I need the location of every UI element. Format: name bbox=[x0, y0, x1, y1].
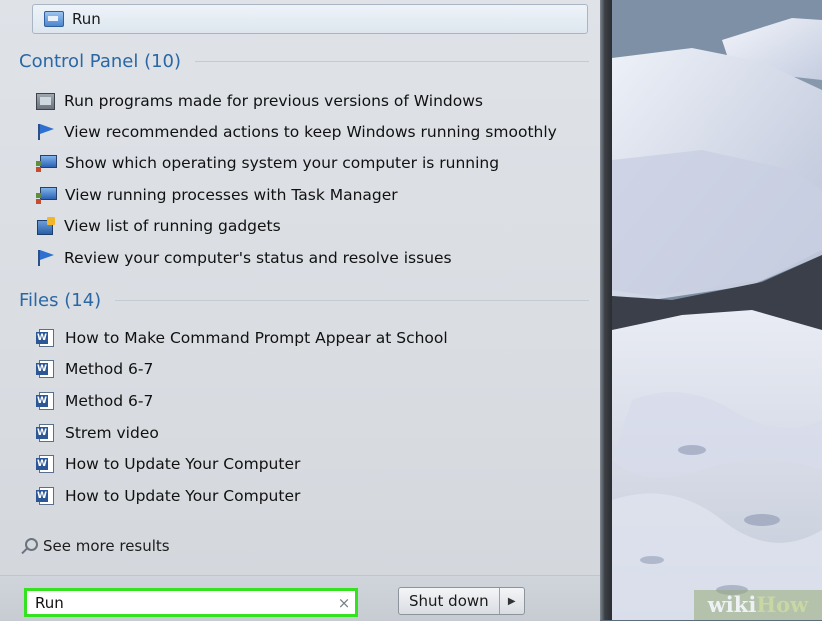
file-item[interactable]: How to Update Your Computer bbox=[36, 484, 300, 508]
wikihow-watermark: wikiHow bbox=[694, 590, 822, 620]
watermark-how: How bbox=[756, 592, 809, 617]
control-panel-item-label: View recommended actions to keep Windows… bbox=[64, 123, 557, 141]
file-item-label: How to Update Your Computer bbox=[65, 487, 301, 505]
file-item-label: Method 6-7 bbox=[65, 392, 154, 410]
action-center-flag-icon bbox=[36, 249, 55, 267]
start-menu-frame-edge bbox=[600, 0, 612, 620]
word-document-icon bbox=[36, 423, 56, 443]
control-panel-item-label: View running processes with Task Manager bbox=[65, 186, 398, 204]
files-heading-label: Files (14) bbox=[19, 289, 102, 311]
file-item[interactable]: How to Update Your Computer bbox=[36, 452, 300, 476]
control-panel-item[interactable]: View list of running gadgets bbox=[36, 214, 281, 238]
search-input[interactable] bbox=[27, 591, 333, 614]
start-menu-bottom-bar: × Shut down ▶ bbox=[0, 575, 600, 621]
file-item-label: Strem video bbox=[65, 424, 159, 442]
file-item-label: Method 6-7 bbox=[65, 360, 154, 378]
watermark-wiki: wiki bbox=[707, 592, 757, 617]
system-monitor-icon bbox=[36, 154, 57, 172]
word-document-icon bbox=[36, 391, 56, 411]
see-more-results-label: See more results bbox=[43, 537, 170, 555]
files-heading[interactable]: Files (14) bbox=[19, 287, 589, 313]
word-document-icon bbox=[36, 359, 56, 379]
clear-search-icon[interactable]: × bbox=[333, 594, 355, 612]
file-item[interactable]: How to Make Command Prompt Appear at Sch… bbox=[36, 326, 448, 350]
file-item-label: How to Update Your Computer bbox=[65, 455, 301, 473]
control-panel-heading[interactable]: Control Panel (10) bbox=[19, 48, 589, 74]
word-document-icon bbox=[36, 486, 56, 506]
shutdown-split-button: Shut down ▶ bbox=[398, 587, 525, 615]
search-box: × bbox=[24, 588, 358, 617]
file-item[interactable]: Method 6-7 bbox=[36, 389, 153, 413]
start-menu: Run Control Panel (10) Run programs made… bbox=[0, 0, 600, 621]
file-item[interactable]: Method 6-7 bbox=[36, 357, 153, 381]
task-manager-icon bbox=[36, 186, 57, 204]
search-icon bbox=[19, 537, 38, 555]
control-panel-item-label: Review your computer's status and resolv… bbox=[64, 249, 452, 267]
shutdown-options-arrow-icon[interactable]: ▶ bbox=[500, 588, 524, 614]
desktop-wallpaper bbox=[612, 0, 822, 620]
file-item[interactable]: Strem video bbox=[36, 421, 159, 445]
run-icon bbox=[44, 11, 64, 27]
control-panel-item-label: Run programs made for previous versions … bbox=[64, 92, 483, 110]
control-panel-item[interactable]: Run programs made for previous versions … bbox=[36, 89, 483, 113]
action-center-flag-icon bbox=[36, 123, 55, 141]
control-panel-item[interactable]: Show which operating system your compute… bbox=[36, 151, 499, 175]
control-panel-item[interactable]: View running processes with Task Manager bbox=[36, 183, 398, 207]
run-result-label: Run bbox=[72, 10, 101, 28]
control-panel-item[interactable]: Review your computer's status and resolv… bbox=[36, 246, 452, 270]
word-document-icon bbox=[36, 328, 56, 348]
program-compatibility-icon bbox=[36, 92, 55, 110]
section-divider bbox=[115, 299, 589, 301]
gadgets-icon bbox=[36, 217, 55, 235]
control-panel-item-label: Show which operating system your compute… bbox=[65, 154, 500, 172]
control-panel-item[interactable]: View recommended actions to keep Windows… bbox=[36, 120, 557, 144]
see-more-results-link[interactable]: See more results bbox=[19, 533, 170, 559]
run-result-item[interactable]: Run bbox=[32, 4, 588, 34]
control-panel-heading-label: Control Panel (10) bbox=[19, 50, 182, 72]
ice-landscape-image bbox=[612, 0, 822, 620]
word-document-icon bbox=[36, 454, 56, 474]
section-divider bbox=[195, 60, 589, 62]
shutdown-button[interactable]: Shut down bbox=[399, 588, 500, 614]
control-panel-item-label: View list of running gadgets bbox=[64, 217, 281, 235]
file-item-label: How to Make Command Prompt Appear at Sch… bbox=[65, 329, 448, 347]
